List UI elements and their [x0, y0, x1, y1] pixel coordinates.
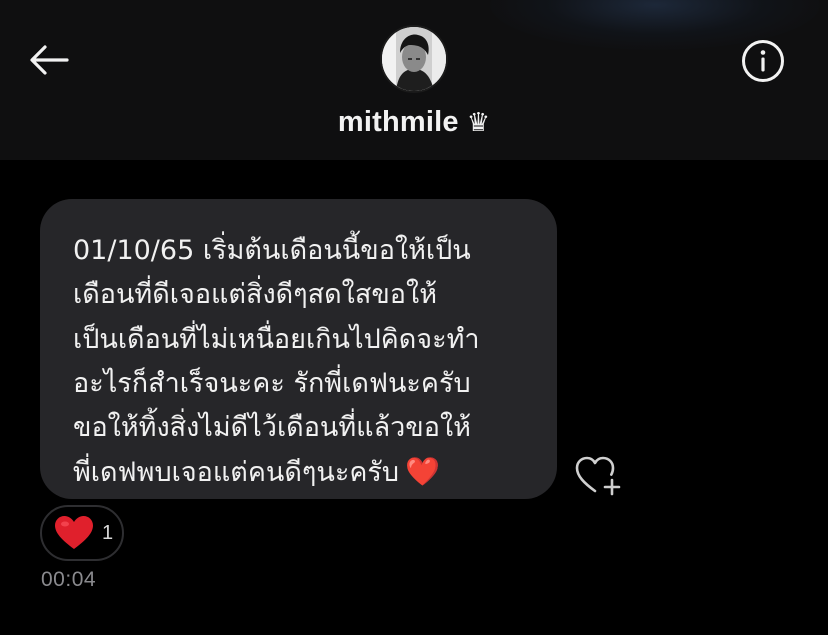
heart-plus-icon — [575, 456, 621, 496]
message-text: พี่เดฟพบเจอแต่คนดีๆนะครับ — [73, 457, 400, 489]
username-row[interactable]: mithmile ♛ — [0, 106, 828, 139]
username: mithmile — [337, 106, 459, 138]
avatar[interactable] — [380, 25, 448, 93]
reaction-count: 1 — [102, 521, 114, 544]
message-line: เป็นเดือนที่ไม่เหนื่อยเกินไปคิดจะทำ — [73, 323, 480, 355]
back-button[interactable] — [26, 40, 72, 80]
profile-photo — [382, 27, 446, 91]
like-message-button[interactable] — [574, 454, 624, 500]
red-heart-icon — [55, 516, 93, 549]
message-line: เดือนที่ดีเจอแต่สิ่งดีๆสดใสขอให้ — [73, 279, 437, 311]
heart-emoji-icon: ❤️ — [405, 455, 440, 489]
crown-icon: ♛ — [466, 107, 491, 138]
message-line: ขอให้ทิ้งสิ่งไม่ดีไว้เดือนที่แล้วขอให้ — [73, 412, 471, 444]
message-timestamp: 00:04 — [41, 568, 97, 591]
message-bubble[interactable]: 01/10/65 เริ่มต้นเดือนนี้ขอให้เป็น เดือน… — [40, 199, 557, 499]
message-line: 01/10/65 เริ่มต้นเดือนนี้ขอให้เป็น — [73, 235, 471, 266]
info-button[interactable] — [740, 38, 786, 84]
message-line: อะไรก็สำเร็จนะคะ รักพี่เดฟนะครับ — [73, 367, 471, 399]
message-line-last: พี่เดฟพบเจอแต่คนดีๆนะครับ ❤️ — [73, 450, 537, 494]
arrow-left-icon — [30, 45, 69, 75]
reaction-badge[interactable]: 1 — [40, 505, 124, 561]
chat-header: mithmile ♛ — [0, 0, 828, 160]
info-circle-icon — [742, 40, 784, 82]
